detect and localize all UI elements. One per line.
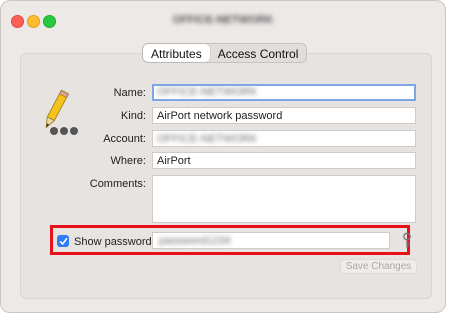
password-field[interactable]: password1234 xyxy=(152,232,390,249)
where-value: AirPort xyxy=(157,155,191,167)
window-title: OFFICE-NETWORK xyxy=(172,14,274,26)
tab-attributes[interactable]: Attributes xyxy=(143,44,210,62)
keychain-item-window: OFFICE-NETWORK Attributes Access Control… xyxy=(0,0,446,313)
name-label: Name: xyxy=(113,87,146,99)
checkmark-icon xyxy=(59,237,67,245)
kind-field[interactable]: AirPort network password xyxy=(152,107,416,124)
comments-textarea[interactable] xyxy=(152,175,416,223)
name-field[interactable]: OFFICE-NETWORK xyxy=(152,84,416,101)
account-value: OFFICE-NETWORK xyxy=(157,133,258,145)
kind-label: Kind: xyxy=(120,110,146,122)
title-bar: OFFICE-NETWORK xyxy=(1,1,445,39)
password-value: password1234 xyxy=(159,235,231,247)
key-icon[interactable] xyxy=(401,232,413,249)
account-field[interactable]: OFFICE-NETWORK xyxy=(152,130,416,147)
tab-bar: Attributes Access Control xyxy=(142,43,308,63)
save-changes-button[interactable]: Save Changes xyxy=(340,259,417,274)
tab-access-control[interactable]: Access Control xyxy=(210,44,307,62)
where-field[interactable]: AirPort xyxy=(152,152,416,169)
account-label: Account: xyxy=(103,133,146,145)
show-password-label: Show password: xyxy=(74,236,155,248)
name-value: OFFICE-NETWORK xyxy=(157,86,258,98)
kind-value: AirPort network password xyxy=(157,110,283,122)
show-password-checkbox[interactable] xyxy=(57,235,69,247)
where-label: Where: xyxy=(110,155,146,167)
comments-label: Comments: xyxy=(89,178,146,190)
